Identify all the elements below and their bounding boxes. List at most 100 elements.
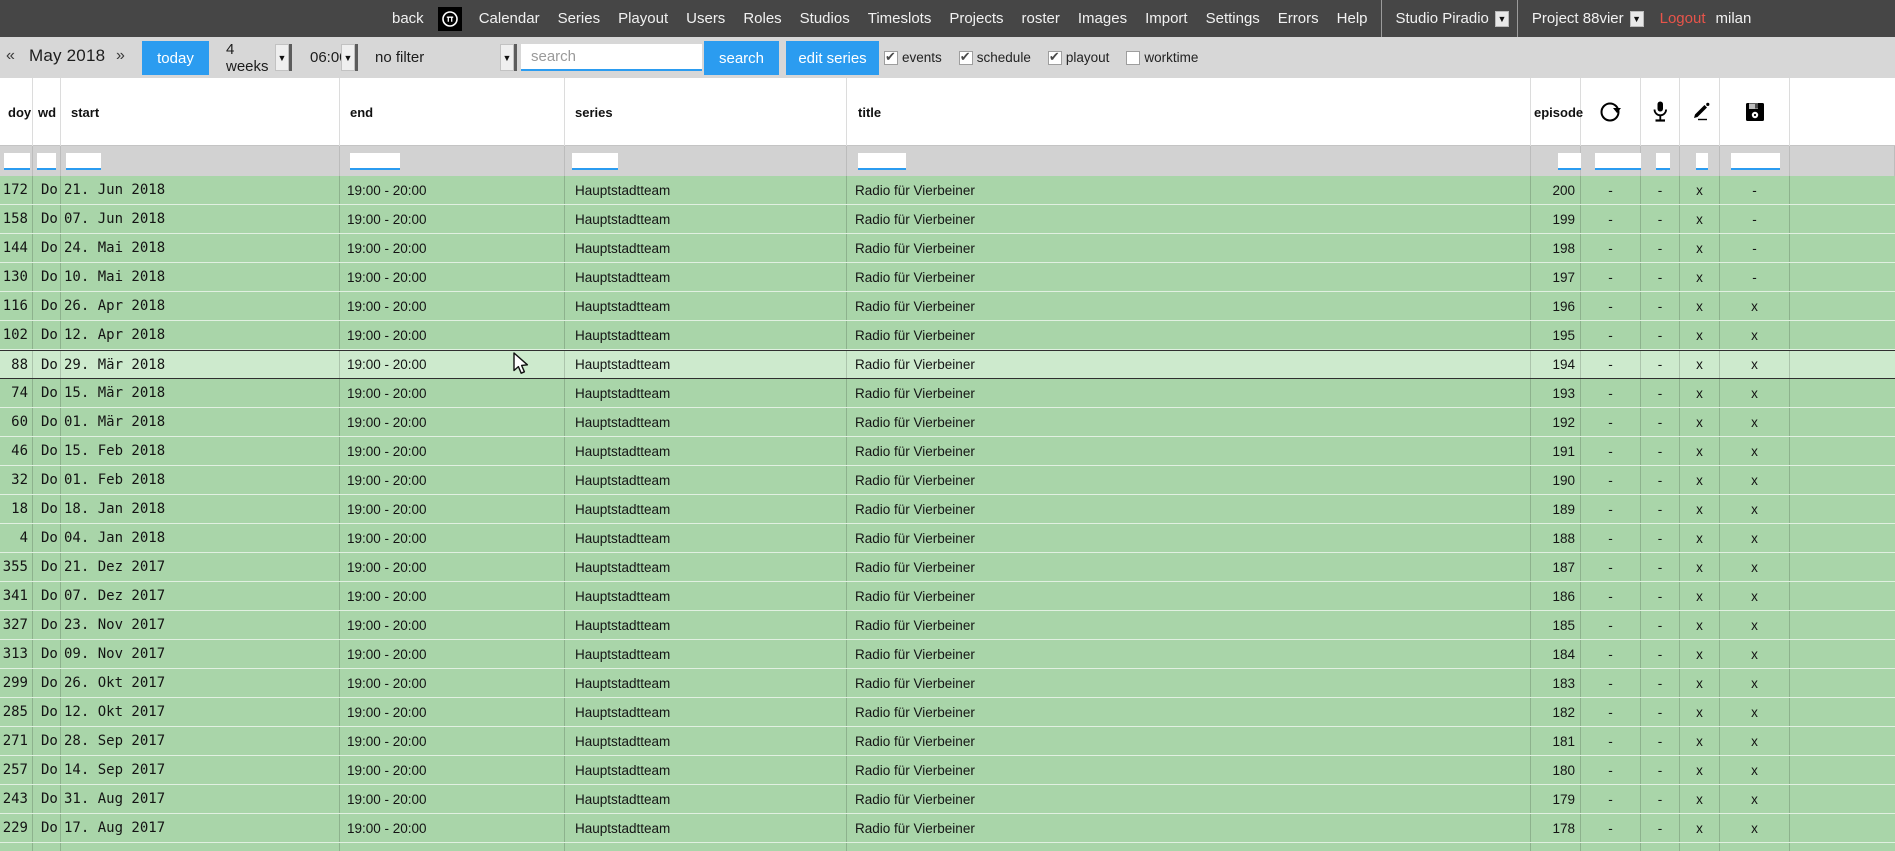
table-row[interactable]: 243Do,31. Aug 201719:00 - 20:00Hauptstad… <box>0 785 1895 814</box>
table-row[interactable]: 299Do,26. Okt 201719:00 - 20:00Hauptstad… <box>0 669 1895 698</box>
cell-spacer <box>1790 351 1895 378</box>
edit-series-button[interactable]: edit series <box>786 41 879 75</box>
filter-input-episode[interactable] <box>1558 153 1581 170</box>
checkbox-events[interactable]: events <box>884 50 942 65</box>
table-row[interactable]: 60Do,01. Mär 201819:00 - 20:00Hauptstadt… <box>0 408 1895 437</box>
filter-select[interactable]: no filter ▼ <box>362 44 517 71</box>
studio-select[interactable]: Studio Piradio ▼ <box>1386 10 1513 27</box>
table-row-partial[interactable] <box>0 843 1895 851</box>
nav-item-errors[interactable]: Errors <box>1269 10 1328 27</box>
prev-period-button[interactable]: « <box>6 47 15 65</box>
filter-cell-edit <box>1680 146 1720 176</box>
filter-input-series[interactable] <box>572 153 618 170</box>
checkbox-playout[interactable]: playout <box>1048 50 1110 65</box>
save-floppy-icon[interactable] <box>1720 78 1790 146</box>
nav-item-calendar[interactable]: Calendar <box>470 10 549 27</box>
checkbox-checked-icon[interactable] <box>1048 51 1062 65</box>
table-row[interactable]: 46Do,15. Feb 201819:00 - 20:00Hauptstadt… <box>0 437 1895 466</box>
column-header-episode[interactable]: episode <box>1531 78 1581 146</box>
filter-input-microphone[interactable] <box>1656 153 1670 170</box>
cell-rerun-flag: - <box>1581 611 1641 639</box>
table-row[interactable]: 130Do,10. Mai 201819:00 - 20:00Hauptstad… <box>0 263 1895 292</box>
filter-input-end[interactable] <box>350 153 400 170</box>
chevron-down-icon[interactable]: ▼ <box>275 44 289 71</box>
nav-item-settings[interactable]: Settings <box>1197 10 1269 27</box>
nav-item-playout[interactable]: Playout <box>609 10 677 27</box>
range-select[interactable]: 4 weeks ▼ <box>213 44 292 71</box>
table-row[interactable]: 116Do,26. Apr 201819:00 - 20:00Hauptstad… <box>0 292 1895 321</box>
table-row[interactable]: 229Do,17. Aug 201719:00 - 20:00Hauptstad… <box>0 814 1895 843</box>
chevron-down-icon[interactable]: ▼ <box>1495 11 1509 27</box>
table-row[interactable]: 355Do,21. Dez 201719:00 - 20:00Hauptstad… <box>0 553 1895 582</box>
checkbox-worktime[interactable]: worktime <box>1126 50 1198 65</box>
cell-title: Radio für Vierbeiner <box>847 814 1531 842</box>
table-row[interactable]: 74Do,15. Mär 201819:00 - 20:00Hauptstadt… <box>0 379 1895 408</box>
rerun-icon[interactable] <box>1581 78 1641 146</box>
cell-edit-flag: x <box>1680 263 1720 291</box>
nav-item-help[interactable]: Help <box>1328 10 1377 27</box>
table-row[interactable]: 144Do,24. Mai 201819:00 - 20:00Hauptstad… <box>0 234 1895 263</box>
column-header-wd[interactable]: wd <box>33 78 61 146</box>
table-row[interactable]: 32Do,01. Feb 201819:00 - 20:00Hauptstadt… <box>0 466 1895 495</box>
edit-pencil-icon[interactable] <box>1680 78 1720 146</box>
nav-item-import[interactable]: Import <box>1136 10 1197 27</box>
cell-edit-flag: x <box>1680 785 1720 813</box>
today-button[interactable]: today <box>142 41 209 75</box>
table-row[interactable]: 158Do,07. Jun 201819:00 - 20:00Hauptstad… <box>0 205 1895 234</box>
filter-input-start[interactable] <box>66 153 101 170</box>
filter-input-doy[interactable] <box>4 153 30 170</box>
table-row[interactable]: 271Do,28. Sep 201719:00 - 20:00Hauptstad… <box>0 727 1895 756</box>
checkbox-checked-icon[interactable] <box>884 51 898 65</box>
nav-item-images[interactable]: Images <box>1069 10 1136 27</box>
nav-item-series[interactable]: Series <box>549 10 610 27</box>
table-row[interactable]: 257Do,14. Sep 201719:00 - 20:00Hauptstad… <box>0 756 1895 785</box>
cell-edit-flag: x <box>1680 611 1720 639</box>
chevron-down-icon[interactable]: ▼ <box>1630 11 1644 27</box>
table-row[interactable]: 102Do,12. Apr 201819:00 - 20:00Hauptstad… <box>0 321 1895 350</box>
microphone-icon[interactable] <box>1641 78 1680 146</box>
table-row[interactable]: 4Do,04. Jan 201819:00 - 20:00Hauptstadtt… <box>0 524 1895 553</box>
chevron-down-icon[interactable]: ▼ <box>341 44 355 71</box>
column-header-doy[interactable]: doy <box>0 78 33 146</box>
checkbox-checked-icon[interactable] <box>959 51 973 65</box>
next-period-button[interactable]: » <box>116 47 125 65</box>
column-header-end[interactable]: end <box>340 78 565 146</box>
project-select[interactable]: Project 88vier ▼ <box>1522 10 1648 27</box>
app-logo-icon[interactable] <box>438 7 462 31</box>
nav-item-studios[interactable]: Studios <box>791 10 859 27</box>
column-header-series[interactable]: series <box>565 78 847 146</box>
filter-input-title[interactable] <box>858 153 906 170</box>
table-row[interactable]: 285Do,12. Okt 201719:00 - 20:00Hauptstad… <box>0 698 1895 727</box>
nav-item-roles[interactable]: Roles <box>734 10 790 27</box>
cell-microphone-flag: - <box>1641 727 1680 755</box>
table-row[interactable]: 341Do,07. Dez 201719:00 - 20:00Hauptstad… <box>0 582 1895 611</box>
column-header-spacer <box>1790 78 1895 146</box>
column-header-title[interactable]: title <box>847 78 1531 146</box>
search-button[interactable]: search <box>704 41 779 75</box>
filter-input-save[interactable] <box>1731 153 1780 170</box>
table-row[interactable]: 18Do,18. Jan 201819:00 - 20:00Hauptstadt… <box>0 495 1895 524</box>
checkbox-schedule[interactable]: schedule <box>959 50 1031 65</box>
logout-link[interactable]: Logout <box>1660 10 1706 27</box>
column-header-start[interactable]: start <box>61 78 340 146</box>
table-row[interactable]: 313Do,09. Nov 201719:00 - 20:00Hauptstad… <box>0 640 1895 669</box>
filter-input-edit[interactable] <box>1696 153 1708 170</box>
cell-doy: 285 <box>0 698 33 726</box>
filter-input-wd[interactable] <box>37 153 56 170</box>
checkbox-unchecked-icon[interactable] <box>1126 51 1140 65</box>
nav-item-roster[interactable]: roster <box>1013 10 1069 27</box>
cell-title: Radio für Vierbeiner <box>847 351 1531 378</box>
table-row[interactable]: 88Do,29. Mär 201819:00 - 20:00Hauptstadt… <box>0 350 1895 379</box>
table-row[interactable]: 327Do,23. Nov 201719:00 - 20:00Hauptstad… <box>0 611 1895 640</box>
nav-item-timeslots[interactable]: Timeslots <box>859 10 941 27</box>
cell-doy: 144 <box>0 234 33 262</box>
nav-back-link[interactable]: back <box>383 10 430 27</box>
cell-weekday: Do, <box>33 640 61 668</box>
table-row[interactable]: 172Do,21. Jun 201819:00 - 20:00Hauptstad… <box>0 176 1895 205</box>
search-input[interactable] <box>521 44 702 71</box>
chevron-down-icon[interactable]: ▼ <box>500 44 514 71</box>
nav-item-users[interactable]: Users <box>677 10 734 27</box>
filter-input-rerun[interactable] <box>1595 153 1641 170</box>
time-select[interactable]: 06:00 ▼ <box>297 44 358 71</box>
nav-item-projects[interactable]: Projects <box>940 10 1012 27</box>
